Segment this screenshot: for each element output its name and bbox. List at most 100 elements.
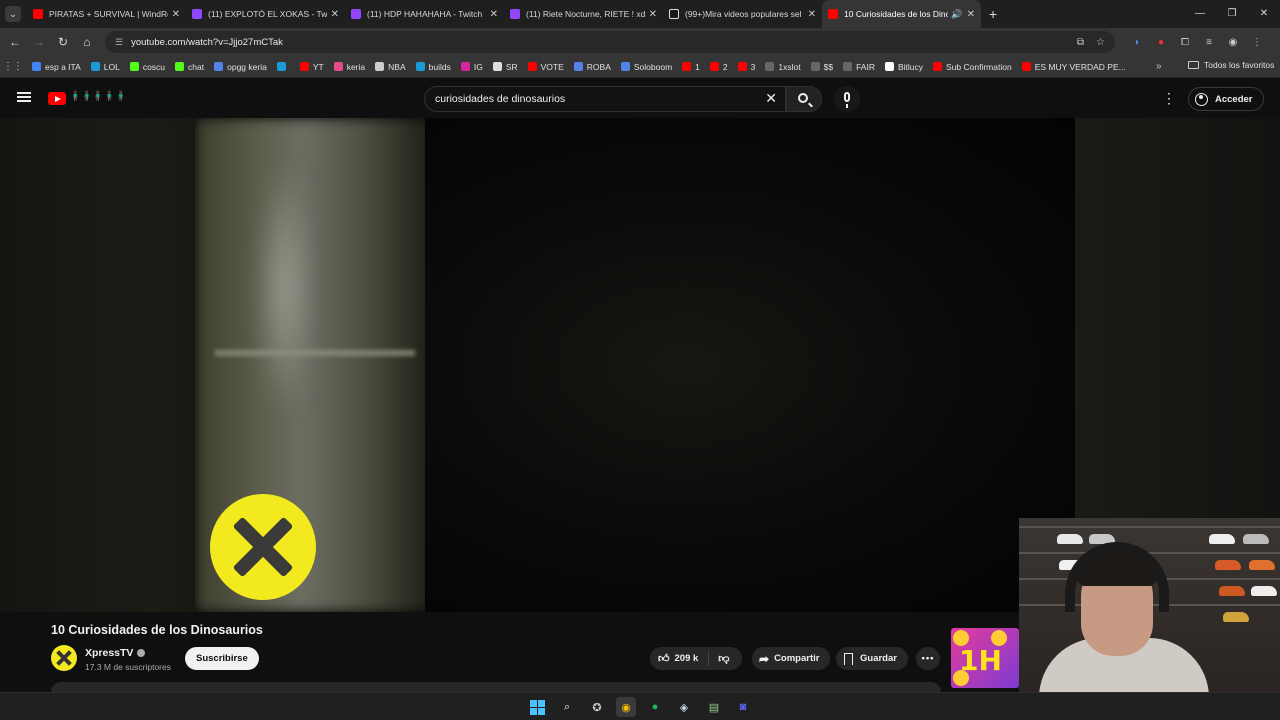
apps-grid-icon[interactable]: ⋮⋮	[0, 61, 26, 72]
speaker-icon[interactable]: 🔊	[951, 9, 962, 20]
close-icon[interactable]: ✕	[172, 9, 180, 20]
browser-toolbar: ← → ↻ ⌂ ☰ youtube.com/watch?v=Jjjo27mCTa…	[0, 28, 1280, 56]
chrome-taskbar-icon[interactable]: ◉	[616, 697, 636, 717]
site-info-icon[interactable]: ☰	[115, 37, 123, 48]
channel-avatar[interactable]	[51, 645, 77, 671]
bookmark-item[interactable]	[276, 62, 290, 71]
bookmark-item[interactable]: esp a ITA	[32, 62, 81, 72]
tab-title: (11) HDP HAHAHAHA - Twitch	[367, 9, 483, 19]
new-tab-button[interactable]: +	[989, 6, 997, 22]
minimize-icon[interactable]: —	[1184, 0, 1216, 28]
bookmark-item[interactable]: opgg keria	[214, 62, 267, 72]
channel-name-label[interactable]: XpressTV	[85, 647, 133, 659]
bookmark-item[interactable]: chat	[175, 62, 204, 72]
youtube-icon	[33, 9, 43, 19]
spotify-icon[interactable]: ●	[645, 697, 665, 717]
bookmark-item[interactable]: SR	[492, 62, 518, 72]
bookmark-item[interactable]: 1xslot	[765, 62, 801, 72]
all-bookmarks-button[interactable]: Todos los favoritos	[1188, 60, 1274, 70]
settings-menu-icon[interactable]: ⋮	[1162, 90, 1176, 107]
search-query-text[interactable]: curiosidades de dinosaurios	[435, 93, 565, 105]
bookmark-item[interactable]: 1	[682, 62, 700, 72]
suggested-video-thumbnail[interactable]: 1H	[951, 628, 1019, 688]
bookmark-item[interactable]: keria	[333, 62, 365, 72]
tab-4[interactable]: (99+)Mira videos populares sel ✕	[663, 0, 822, 28]
subscribe-button[interactable]: Suscribirse	[185, 647, 259, 670]
more-bookmarks-icon[interactable]: »	[1156, 61, 1162, 72]
steam-icon[interactable]: ◈	[674, 697, 694, 717]
more-actions-button[interactable]: •••	[916, 647, 940, 670]
reload-icon[interactable]: ↻	[51, 35, 75, 49]
bookmark-item[interactable]: ES MUY VERDAD PE...	[1021, 62, 1126, 72]
bookmark-item[interactable]: ROBA	[573, 62, 611, 72]
discord-icon[interactable]: ◙	[733, 697, 753, 717]
bookmark-item[interactable]: coscu	[129, 62, 165, 72]
bookmark-favicon-icon	[843, 62, 853, 71]
media-controls-icon[interactable]: ≡	[1197, 37, 1221, 48]
share-button[interactable]: ➦ Compartir	[752, 647, 831, 670]
bookmark-star-icon[interactable]: ☆	[1096, 37, 1105, 48]
home-icon[interactable]: ⌂	[75, 35, 99, 49]
tab-0[interactable]: PIRATAS + SURVIVAL | WindRose ✕	[27, 0, 186, 28]
bookmark-item[interactable]: 3	[737, 62, 755, 72]
search-button[interactable]	[786, 86, 822, 112]
like-button[interactable]: 👍︎ 209 k	[650, 651, 710, 666]
address-bar[interactable]: ☰ youtube.com/watch?v=Jjjo27mCTak ⧉ ☆	[105, 31, 1115, 53]
bookmark-item[interactable]: IG	[460, 62, 483, 72]
bookmark-item[interactable]: 2	[709, 62, 728, 72]
bookmark-item[interactable]: builds	[415, 62, 451, 72]
bookmarks-bar: ⋮⋮ esp a ITA LOL coscu chat opgg keria YT keri…	[0, 56, 1280, 78]
close-window-icon[interactable]: ✕	[1248, 0, 1280, 28]
bookmark-item[interactable]: FAIR	[843, 62, 875, 72]
close-icon[interactable]: ✕	[967, 9, 975, 20]
close-icon[interactable]: ✕	[649, 9, 657, 20]
twitch-icon	[192, 9, 202, 19]
menu-icon[interactable]	[17, 92, 31, 102]
bookmark-item[interactable]: Sub Confirmation	[933, 62, 1012, 72]
start-button[interactable]	[527, 697, 547, 717]
channel-name[interactable]: XpressTV	[85, 647, 146, 659]
url-text[interactable]: youtube.com/watch?v=Jjjo27mCTak	[131, 37, 1065, 48]
profile-avatar-icon[interactable]: ◉	[1221, 37, 1245, 48]
tab-search-icon[interactable]: ⌄	[5, 6, 21, 22]
extensions-puzzle-icon[interactable]: ⧠	[1173, 37, 1197, 48]
taskbar-search-icon[interactable]: ⌕	[557, 697, 577, 717]
bookmark-favicon-icon	[1021, 62, 1031, 71]
description-box[interactable]	[51, 682, 941, 692]
extension-icon[interactable]: ●	[1149, 37, 1173, 48]
shoe	[1219, 586, 1245, 596]
bookmark-item[interactable]: LOL	[90, 62, 120, 72]
signin-button[interactable]: Acceder	[1188, 87, 1264, 111]
bookmark-item[interactable]: YT	[299, 62, 324, 72]
close-icon[interactable]: ✕	[490, 9, 498, 20]
back-icon[interactable]: ←	[3, 35, 27, 49]
search-input[interactable]: curiosidades de dinosaurios ✕	[424, 86, 786, 112]
tab-1[interactable]: (11) EXPLOTÓ EL XOKAS - Twitch ✕	[186, 0, 345, 28]
bookmark-item[interactable]: $$	[810, 62, 833, 72]
restore-icon[interactable]: ❐	[1216, 0, 1248, 28]
forward-icon[interactable]: →	[27, 35, 51, 49]
extension-icon[interactable]: ◗	[1125, 37, 1149, 48]
clear-search-icon[interactable]: ✕	[765, 90, 777, 107]
taskbar-app-icon[interactable]: ✪	[587, 697, 607, 717]
video-player[interactable]	[195, 118, 1075, 612]
install-app-icon[interactable]: ⧉	[1077, 37, 1084, 48]
bookmark-item[interactable]: NBA	[375, 62, 406, 72]
tab-2[interactable]: (11) HDP HAHAHAHA - Twitch ✕	[345, 0, 504, 28]
voice-search-button[interactable]	[834, 86, 860, 112]
tab-3[interactable]: (11) Riete Nocturne, RIETE ! xd ✕	[504, 0, 663, 28]
bookmark-item[interactable]: VOTE	[527, 62, 564, 72]
bookmark-item[interactable]: Soloboom	[620, 62, 672, 72]
video-frame-highlight	[255, 158, 315, 418]
thumbs-down-icon[interactable]: 👎︎	[709, 652, 729, 665]
tab-title: PIRATAS + SURVIVAL | WindRose	[49, 9, 168, 19]
tab-5-active[interactable]: 10 Curiosidades de los Dinosaurios 🔊 ✕	[822, 0, 981, 28]
notepad-icon[interactable]: ▤	[704, 697, 724, 717]
save-button[interactable]: Guardar	[836, 647, 908, 670]
close-icon[interactable]: ✕	[331, 9, 339, 20]
youtube-logo[interactable]	[48, 92, 66, 105]
browser-menu-icon[interactable]: ⋮	[1245, 37, 1269, 48]
bookmark-item[interactable]: Bitlucy	[884, 62, 923, 72]
bookmark-favicon-icon	[214, 62, 224, 71]
close-icon[interactable]: ✕	[808, 9, 816, 20]
